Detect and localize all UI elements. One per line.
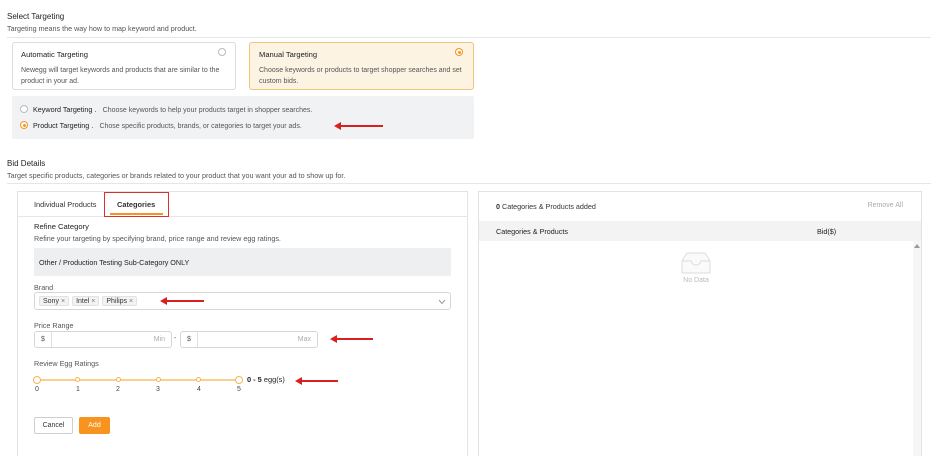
added-count: 0 Categories & Products added	[496, 202, 596, 211]
tabs-divider	[17, 216, 468, 217]
price-range-label: Price Range	[34, 321, 74, 330]
added-count-text: Categories & Products added	[502, 202, 596, 211]
refine-category-title: Refine Category	[34, 222, 89, 231]
tab-active-indicator	[110, 213, 163, 215]
automatic-targeting-radio[interactable]	[218, 48, 226, 56]
bid-details-subtitle: Target specific products, categories or …	[7, 171, 346, 180]
brand-chip-label: Sony	[43, 297, 59, 305]
brand-chip: Intel ×	[72, 296, 100, 306]
slider-step-dot	[75, 377, 80, 382]
tab-categories[interactable]: Categories	[117, 200, 155, 209]
brand-chip-label: Philips	[106, 297, 128, 305]
manual-targeting-radio[interactable]	[455, 48, 463, 56]
added-items-panel: 0 Categories & Products added Remove All…	[478, 191, 922, 456]
tab-individual-products[interactable]: Individual Products	[34, 200, 96, 209]
rating-tick-label: 1	[76, 386, 80, 393]
add-button[interactable]: Add	[79, 417, 110, 434]
close-icon[interactable]: ×	[61, 297, 65, 306]
currency-symbol: $	[187, 336, 191, 343]
rating-tick-label: 0	[35, 386, 39, 393]
rating-tick-label: 5	[237, 386, 241, 393]
rating-min-handle[interactable]	[33, 376, 41, 384]
keyword-targeting-description: Choose keywords to help your products ta…	[102, 107, 313, 114]
chevron-down-icon[interactable]	[438, 299, 446, 305]
rating-tick-label: 2	[116, 386, 120, 393]
product-targeting-description: Chose specific products, brands, or cate…	[99, 123, 302, 130]
brand-label: Brand	[34, 283, 54, 292]
annotation-arrow	[295, 377, 338, 385]
manual-targeting-title: Manual Targeting	[259, 50, 318, 59]
price-min-input[interactable]: $ Min	[34, 331, 172, 348]
review-egg-ratings-label: Review Egg Ratings	[34, 359, 99, 368]
select-targeting-subtitle: Targeting means the way how to map keywo…	[7, 24, 197, 33]
brand-chip: Sony ×	[39, 296, 70, 306]
brand-chip-label: Intel	[76, 297, 90, 305]
currency-symbol: $	[41, 336, 45, 343]
select-targeting-title: Select Targeting	[7, 12, 65, 21]
selected-category-bar: Other / Production Testing Sub-Category …	[34, 248, 451, 276]
rating-range-unit: egg(s)	[263, 375, 285, 384]
brand-chip: Philips ×	[102, 296, 138, 306]
scrollbar[interactable]	[913, 241, 921, 456]
divider	[7, 37, 931, 38]
rating-range-value: 0 - 5 egg(s)	[247, 375, 285, 384]
keyword-targeting-option[interactable]: Keyword Targeting . Choose keywords to h…	[33, 105, 312, 114]
column-header-items: Categories & Products	[496, 227, 568, 236]
automatic-targeting-title: Automatic Targeting	[21, 50, 88, 59]
price-min-placeholder: Min	[153, 336, 165, 343]
rating-tick-label: 3	[156, 386, 160, 393]
empty-state-text: No Data	[683, 277, 709, 284]
keyword-targeting-label: Keyword Targeting .	[33, 105, 97, 114]
manual-targeting-card[interactable]: Manual Targeting Choose keywords or prod…	[249, 42, 474, 90]
manual-targeting-description: Choose keywords or products to target sh…	[259, 67, 462, 85]
brand-chips: Sony × Intel × Philips ×	[39, 296, 138, 306]
close-icon[interactable]: ×	[91, 297, 95, 306]
automatic-targeting-card[interactable]: Automatic Targeting Newegg will target k…	[12, 42, 236, 90]
product-targeting-option[interactable]: Product Targeting . Chose specific produ…	[33, 121, 302, 130]
slider-step-dot	[116, 377, 121, 382]
price-max-placeholder: Max	[297, 336, 311, 343]
input-divider	[197, 332, 198, 347]
divider	[7, 183, 931, 184]
keyword-targeting-radio[interactable]	[20, 105, 28, 113]
annotation-arrow	[334, 122, 383, 130]
slider-step-dot	[196, 377, 201, 382]
bid-details-title: Bid Details	[7, 159, 46, 168]
refine-category-subtitle: Refine your targeting by specifying bran…	[34, 234, 281, 243]
close-icon[interactable]: ×	[129, 297, 133, 306]
rating-range-numbers: 0 - 5	[247, 375, 262, 384]
rating-max-handle[interactable]	[235, 376, 243, 384]
manual-targeting-options: Keyword Targeting . Choose keywords to h…	[12, 96, 474, 139]
annotation-arrow	[160, 297, 204, 305]
selected-category: Other / Production Testing Sub-Category …	[39, 258, 190, 267]
input-divider	[51, 332, 52, 347]
scroll-up-icon[interactable]	[914, 244, 920, 248]
annotation-arrow	[330, 335, 373, 343]
added-count-number: 0	[496, 202, 500, 211]
automatic-targeting-description: Newegg will target keywords and products…	[21, 67, 220, 85]
rating-slider-track[interactable]	[37, 379, 239, 381]
rating-tick-label: 4	[197, 386, 201, 393]
empty-box-icon	[681, 252, 711, 274]
price-max-input[interactable]: $ Max	[180, 331, 318, 348]
cancel-button[interactable]: Cancel	[34, 417, 73, 434]
remove-all-button[interactable]: Remove All	[868, 202, 903, 209]
slider-step-dot	[156, 377, 161, 382]
price-separator: -	[174, 335, 177, 342]
product-targeting-label: Product Targeting .	[33, 121, 94, 130]
table-header: Categories & Products Bid($)	[479, 221, 921, 241]
column-header-bid: Bid($)	[817, 227, 837, 236]
brand-select[interactable]: Sony × Intel × Philips ×	[34, 292, 451, 310]
product-targeting-radio[interactable]	[20, 121, 28, 129]
